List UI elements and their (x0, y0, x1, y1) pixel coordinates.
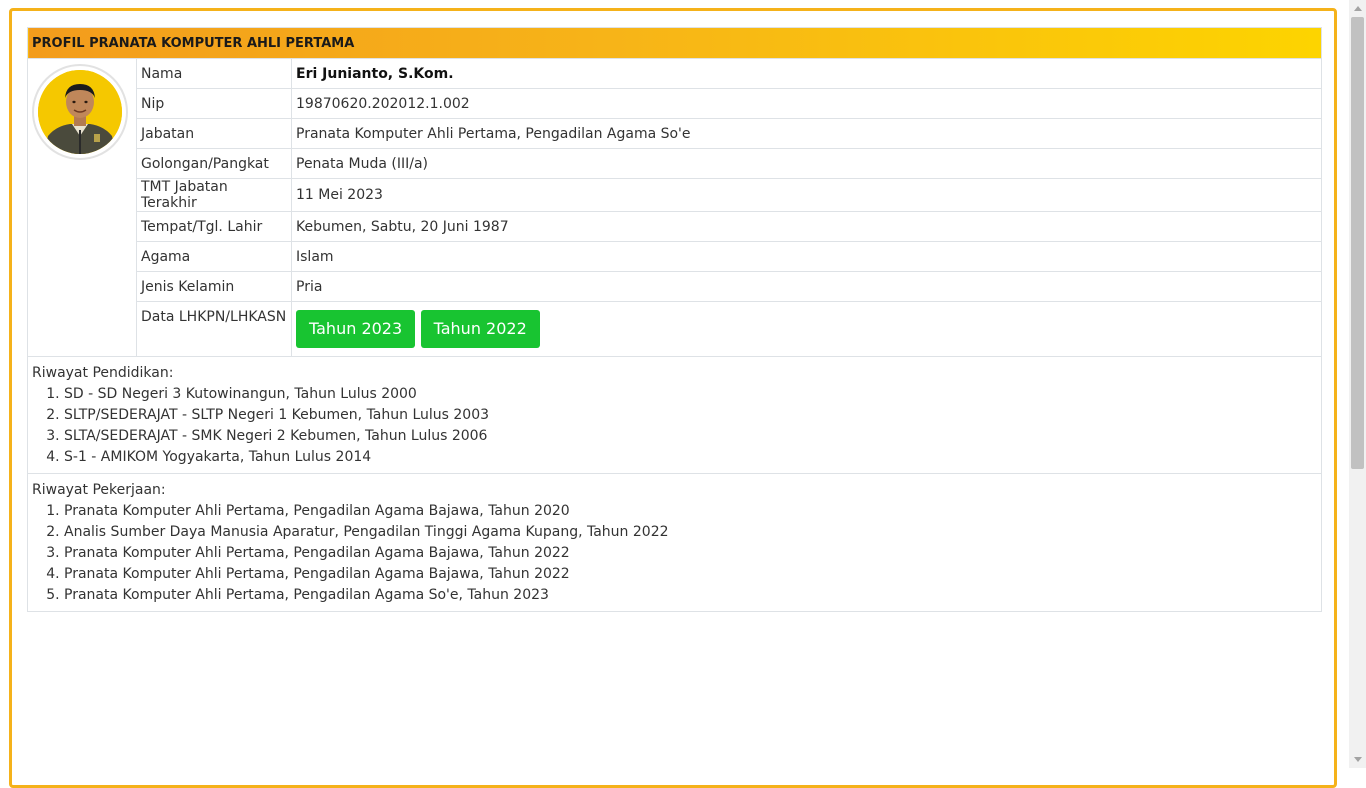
label-lhkpn: Data LHKPN/LHKASN (136, 301, 292, 357)
label-ttl: Tempat/Tgl. Lahir (136, 211, 292, 242)
value-agama: Islam (291, 241, 1322, 272)
list-item: Pranata Komputer Ahli Pertama, Pengadila… (64, 543, 1317, 564)
label-tmt: TMT Jabatan Terakhir (136, 178, 292, 212)
profile-table: PROFIL PRANATA KOMPUTER AHLI PERTAMA Nam… (27, 27, 1322, 612)
pendidikan-list: SD - SD Negeri 3 Kutowinangun, Tahun Lul… (32, 384, 1317, 468)
riwayat-pekerjaan: Riwayat Pekerjaan: Pranata Komputer Ahli… (27, 473, 1322, 612)
list-item: S-1 - AMIKOM Yogyakarta, Tahun Lulus 201… (64, 447, 1317, 468)
label-agama: Agama (136, 241, 292, 272)
scroll-up-icon[interactable] (1349, 0, 1366, 17)
value-jenis-kelamin: Pria (291, 271, 1322, 302)
label-jenis-kelamin: Jenis Kelamin (136, 271, 292, 302)
list-item: Pranata Komputer Ahli Pertama, Pengadila… (64, 564, 1317, 585)
photo-cell (27, 58, 137, 357)
profile-header: PROFIL PRANATA KOMPUTER AHLI PERTAMA (27, 27, 1322, 59)
scroll-down-icon[interactable] (1349, 751, 1366, 768)
value-tmt: 11 Mei 2023 (291, 178, 1322, 212)
scroll-thumb[interactable] (1351, 17, 1364, 469)
pekerjaan-title: Riwayat Pekerjaan: (32, 482, 166, 498)
person-photo-icon (38, 70, 122, 154)
value-nama: Eri Junianto, S.Kom. (291, 58, 1322, 89)
list-item: SLTA/SEDERAJAT - SMK Negeri 2 Kebumen, T… (64, 426, 1317, 447)
list-item: Pranata Komputer Ahli Pertama, Pengadila… (64, 501, 1317, 522)
avatar-photo (38, 70, 122, 154)
value-nip: 19870620.202012.1.002 (291, 88, 1322, 119)
label-golongan: Golongan/Pangkat (136, 148, 292, 179)
list-item: SLTP/SEDERAJAT - SLTP Negeri 1 Kebumen, … (64, 405, 1317, 426)
value-ttl: Kebumen, Sabtu, 20 Juni 1987 (291, 211, 1322, 242)
avatar (32, 64, 128, 160)
label-nip: Nip (136, 88, 292, 119)
riwayat-pendidikan: Riwayat Pendidikan: SD - SD Negeri 3 Kut… (27, 356, 1322, 474)
lhkpn-2022-button[interactable]: Tahun 2022 (420, 310, 540, 348)
vertical-scrollbar[interactable] (1349, 0, 1366, 768)
list-item: Analis Sumber Daya Manusia Aparatur, Pen… (64, 522, 1317, 543)
label-nama: Nama (136, 58, 292, 89)
label-jabatan: Jabatan (136, 118, 292, 149)
list-item: SD - SD Negeri 3 Kutowinangun, Tahun Lul… (64, 384, 1317, 405)
lhkpn-buttons: Tahun 2023 Tahun 2022 (291, 301, 1322, 357)
value-golongan: Penata Muda (III/a) (291, 148, 1322, 179)
lhkpn-2023-button[interactable]: Tahun 2023 (296, 310, 416, 348)
value-jabatan: Pranata Komputer Ahli Pertama, Pengadila… (291, 118, 1322, 149)
list-item: Pranata Komputer Ahli Pertama, Pengadila… (64, 585, 1317, 606)
pekerjaan-list: Pranata Komputer Ahli Pertama, Pengadila… (32, 501, 1317, 606)
pendidikan-title: Riwayat Pendidikan: (32, 365, 174, 381)
